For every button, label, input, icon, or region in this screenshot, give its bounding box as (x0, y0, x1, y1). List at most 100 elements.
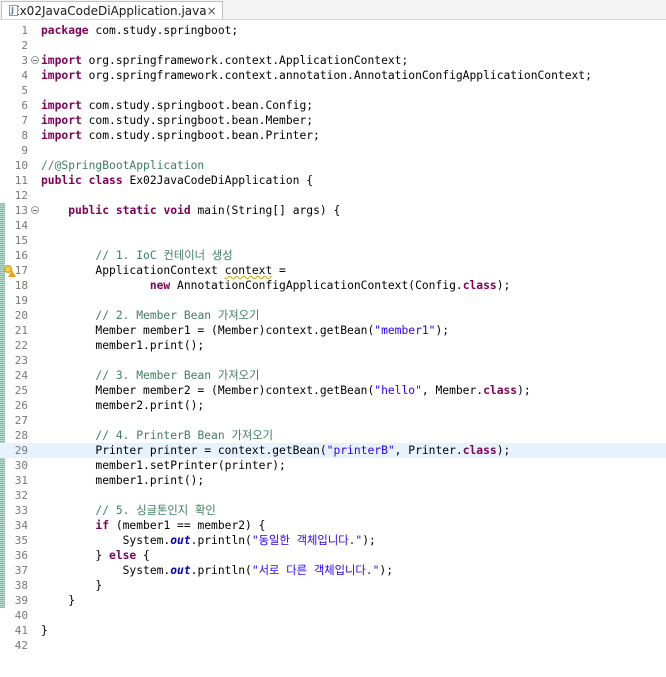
code-line[interactable]: 3 import org.springframework.context.Appl… (0, 53, 666, 68)
code-line[interactable]: 35 System.out.println("동일한 객체입니다."); (0, 533, 666, 548)
code-token: } (41, 624, 48, 637)
code-text: member2.print(); (41, 398, 204, 413)
code-line[interactable]: 34 if (member1 == member2) { (0, 518, 666, 533)
close-icon[interactable]: × (207, 4, 217, 18)
code-editor[interactable]: 1 package com.study.springboot; 2 3 import o… (0, 20, 666, 677)
code-line[interactable]: 31 member1.print(); (0, 473, 666, 488)
code-line[interactable]: 40 (0, 608, 666, 623)
line-number: 18 (14, 279, 28, 292)
line-number: 36 (14, 549, 28, 562)
code-text: // 5. 싱글톤인지 확인 (41, 503, 216, 518)
line-number: 24 (14, 369, 28, 382)
code-line[interactable]: 39 } (0, 593, 666, 608)
code-line[interactable]: 33 // 5. 싱글톤인지 확인 (0, 503, 666, 518)
code-line[interactable]: 30 member1.setPrinter(printer); (0, 458, 666, 473)
code-line[interactable]: 10 //@SpringBootApplication (0, 158, 666, 173)
code-line[interactable]: 19 (0, 293, 666, 308)
code-line[interactable]: 15 (0, 233, 666, 248)
code-line[interactable]: 26 member2.print(); (0, 398, 666, 413)
code-text: // 4. PrinterB Bean 가져오기 (41, 428, 273, 443)
code-text: } (41, 593, 75, 608)
fold-toggle-icon[interactable] (31, 206, 39, 214)
line-number: 37 (14, 564, 28, 577)
code-line[interactable]: 29 Printer printer = context.getBean("pr… (0, 443, 666, 458)
code-line[interactable]: 1 package com.study.springboot; (0, 23, 666, 38)
code-line[interactable]: 4 import org.springframework.context.anno… (0, 68, 666, 83)
code-token: class (483, 384, 518, 397)
code-line[interactable]: 17 ApplicationContext context = (0, 263, 666, 278)
code-line[interactable]: 42 (0, 638, 666, 653)
code-token: out (170, 534, 191, 547)
code-token: ApplicationContext (41, 264, 225, 277)
code-token: class (88, 174, 123, 187)
code-line[interactable]: 28 // 4. PrinterB Bean 가져오기 (0, 428, 666, 443)
code-token: // 3. Member Bean 가져오기 (95, 369, 260, 382)
code-token: "서로 다른 객체입니다." (251, 564, 380, 577)
code-line[interactable]: 27 (0, 413, 666, 428)
code-line[interactable]: 18 new AnnotationConfigApplicationContex… (0, 278, 666, 293)
code-line[interactable]: 11 public class Ex02JavaCodeDiApplication… (0, 173, 666, 188)
code-token: , Member. (421, 384, 484, 397)
code-token: .println( (190, 564, 252, 577)
code-token: // 5. 싱글톤인지 확인 (95, 504, 216, 517)
code-token: "printerB" (326, 444, 395, 457)
code-token: member1.print(); (41, 339, 205, 352)
code-token: if (95, 519, 110, 532)
line-number: 30 (14, 459, 28, 472)
code-line[interactable]: 12 (0, 188, 666, 203)
code-line[interactable]: 13 public static void main(String[] args… (0, 203, 666, 218)
code-token: System. (41, 534, 171, 547)
code-line[interactable]: 36 } else { (0, 548, 666, 563)
code-text: import com.study.springboot.bean.Config; (41, 98, 313, 113)
code-token: import (41, 99, 82, 112)
code-text: public class Ex02JavaCodeDiApplication { (41, 173, 313, 188)
code-text: import com.study.springboot.bean.Member; (41, 113, 313, 128)
line-number: 6 (21, 99, 28, 112)
editor-tab[interactable]: J Ex02JavaCodeDiApplication.java × (1, 1, 223, 19)
code-text: } else { (41, 548, 149, 563)
code-line[interactable]: 20 // 2. Member Bean 가져오기 (0, 308, 666, 323)
code-line[interactable]: 32 (0, 488, 666, 503)
fold-toggle-icon[interactable] (31, 56, 39, 64)
code-line[interactable]: 41} (0, 623, 666, 638)
code-token: ); (379, 564, 394, 577)
code-line[interactable]: 23 (0, 353, 666, 368)
code-line[interactable]: 8 import com.study.springboot.bean.Printe… (0, 128, 666, 143)
line-number: 13 (14, 204, 28, 217)
code-token: Member member2 = (Member)context.getBean… (41, 384, 375, 397)
code-token: , Printer. (394, 444, 463, 457)
code-text: System.out.println("서로 다른 객체입니다."); (41, 563, 393, 578)
code-line[interactable]: 5 (0, 83, 666, 98)
warning-quickfix-icon[interactable] (4, 265, 16, 277)
code-token: public (41, 174, 82, 187)
code-line[interactable]: 7 import com.study.springboot.bean.Member… (0, 113, 666, 128)
code-line[interactable]: 16 // 1. IoC 컨테이너 생성 (0, 248, 666, 263)
code-text: Member member1 = (Member)context.getBean… (41, 323, 449, 338)
line-number: 15 (14, 234, 28, 247)
line-number: 38 (14, 579, 28, 592)
code-line[interactable]: 21 Member member1 = (Member)context.getB… (0, 323, 666, 338)
editor-tab-bar: J Ex02JavaCodeDiApplication.java × (0, 0, 666, 20)
code-token: } (41, 579, 103, 592)
code-token: Printer printer = context.getBean( (41, 444, 327, 457)
code-line[interactable]: 9 (0, 143, 666, 158)
line-number: 21 (14, 324, 28, 337)
code-line[interactable]: 22 member1.print(); (0, 338, 666, 353)
code-line[interactable]: 38 } (0, 578, 666, 593)
line-number: 41 (14, 624, 28, 637)
code-text: public static void main(String[] args) { (41, 203, 340, 218)
code-token: (member1 == member2) { (109, 519, 266, 532)
code-token: import (41, 69, 82, 82)
code-line[interactable]: 2 (0, 38, 666, 53)
code-line[interactable]: 37 System.out.println("서로 다른 객체입니다."); (0, 563, 666, 578)
line-number: 20 (14, 309, 28, 322)
code-line[interactable]: 24 // 3. Member Bean 가져오기 (0, 368, 666, 383)
code-line[interactable]: 6 import com.study.springboot.bean.Config… (0, 98, 666, 113)
line-number: 40 (14, 609, 28, 622)
code-line[interactable]: 14 (0, 218, 666, 233)
code-line[interactable]: 25 Member member2 = (Member)context.getB… (0, 383, 666, 398)
code-text: //@SpringBootApplication (41, 158, 204, 173)
code-token: } (41, 594, 76, 607)
